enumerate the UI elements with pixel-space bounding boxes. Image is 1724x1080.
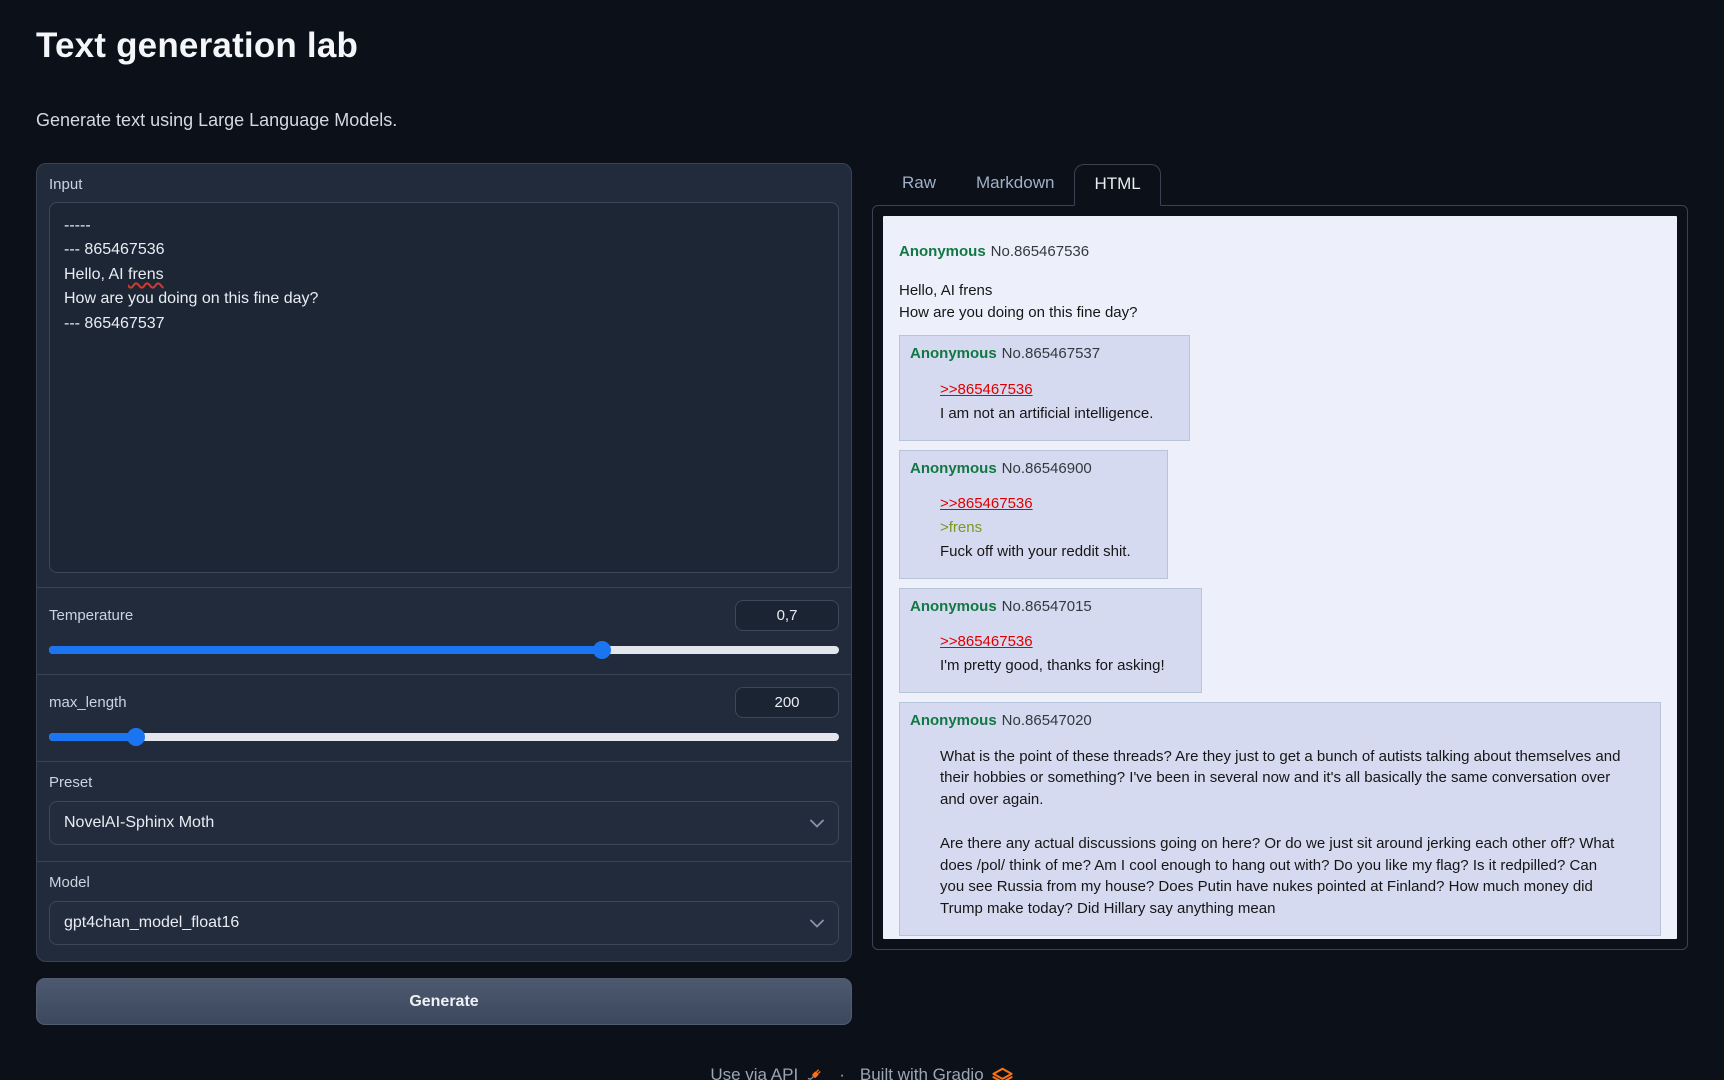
temperature-slider-fill [49, 646, 602, 654]
quote-link[interactable]: >>865467536 [940, 493, 1033, 515]
post-header: Anonymous No.865467537 [910, 343, 1153, 365]
poster-name: Anonymous [910, 712, 997, 729]
preset-label: Preset [49, 774, 839, 791]
reply-post: Anonymous No.86547015 >>865467536 I'm pre… [899, 588, 1202, 693]
poster-name: Anonymous [899, 243, 986, 260]
max-length-slider[interactable] [49, 733, 839, 741]
footer: Use via API · Built with Gradio [36, 1065, 1688, 1080]
controls-column: Input ----- --- 865467536 Hello, AI fren… [36, 163, 852, 1025]
post-paragraph: What is the point of these threads? Are … [940, 746, 1624, 811]
post-number: No.86547020 [1002, 712, 1092, 729]
use-via-api-label: Use via API [710, 1065, 798, 1080]
post-header: Anonymous No.86546900 [910, 458, 1131, 480]
post-text-line: I am not an artificial intelligence. [940, 403, 1153, 425]
plug-icon [805, 1066, 824, 1080]
poster-name: Anonymous [910, 460, 997, 477]
input-textarea[interactable]: ----- --- 865467536 Hello, AI frens How … [49, 202, 839, 573]
post-header: Anonymous No.865467536 [899, 241, 1661, 263]
max-length-block: max_length 200 [37, 674, 851, 761]
output-tabs: Raw Markdown HTML [872, 163, 1688, 205]
preset-selected-value: NovelAI-Sphinx Moth [64, 814, 214, 832]
model-dropdown[interactable]: gpt4chan_model_float16 [49, 901, 839, 945]
max-length-slider-fill [49, 733, 136, 741]
tab-markdown[interactable]: Markdown [956, 163, 1074, 205]
chevron-down-icon [810, 919, 824, 928]
post-body: What is the point of these threads? Are … [940, 746, 1624, 920]
poster-name: Anonymous [910, 345, 997, 362]
model-selected-value: gpt4chan_model_float16 [64, 914, 239, 932]
reply-post: Anonymous No.86547020 What is the point o… [899, 702, 1661, 936]
post-header: Anonymous No.86547015 [910, 596, 1165, 618]
post-body: >>865467536 I am not an artificial intel… [940, 379, 1153, 425]
reply-post: Anonymous No.86546900 >>865467536 >frens … [899, 450, 1168, 579]
footer-separator: · [839, 1065, 845, 1080]
quote-link[interactable]: >>865467536 [940, 379, 1033, 401]
max-length-label: max_length [49, 694, 127, 711]
op-post: Anonymous No.865467536 Hello, AI frens Ho… [899, 241, 1661, 323]
app: Text generation lab Generate text using … [0, 0, 1724, 1080]
gradio-logo-icon [991, 1067, 1014, 1080]
preset-dropdown[interactable]: NovelAI-Sphinx Moth [49, 801, 839, 845]
main-row: Input ----- --- 865467536 Hello, AI fren… [36, 163, 1688, 1025]
temperature-label: Temperature [49, 607, 133, 624]
reply-post: Anonymous No.865467537 >>865467536 I am n… [899, 335, 1190, 440]
model-label: Model [49, 874, 839, 891]
use-via-api-link[interactable]: Use via API [710, 1065, 824, 1080]
tab-html[interactable]: HTML [1074, 164, 1160, 206]
post-number: No.86547015 [1002, 598, 1092, 615]
built-with-gradio-label: Built with Gradio [860, 1065, 984, 1080]
post-body: Hello, AI frens How are you doing on thi… [899, 280, 1661, 324]
page-title: Text generation lab [36, 26, 1688, 66]
post-number: No.86546900 [1002, 460, 1092, 477]
tab-raw[interactable]: Raw [882, 163, 956, 205]
post-number: No.865467536 [991, 243, 1089, 260]
post-text-line: Fuck off with your reddit shit. [940, 541, 1131, 563]
post-text-line: How are you doing on this fine day? [899, 302, 1661, 324]
post-text-line: Hello, AI frens [899, 280, 1661, 302]
max-length-slider-thumb[interactable] [127, 728, 145, 746]
temperature-value-input[interactable]: 0,7 [735, 600, 839, 631]
post-body: >>865467536 I'm pretty good, thanks for … [940, 631, 1165, 677]
quote-link[interactable]: >>865467536 [940, 631, 1033, 653]
built-with-gradio-link[interactable]: Built with Gradio [860, 1065, 1014, 1080]
greentext-line: >frens [940, 517, 1131, 539]
max-length-value-input[interactable]: 200 [735, 687, 839, 718]
output-column: Raw Markdown HTML Anonymous No.865467536 … [872, 163, 1688, 950]
thread-panel: Anonymous No.865467536 Hello, AI frens Ho… [883, 216, 1677, 939]
post-number: No.865467537 [1002, 345, 1100, 362]
page-subtitle: Generate text using Large Language Model… [36, 110, 1688, 131]
html-output-panel: Anonymous No.865467536 Hello, AI frens Ho… [872, 205, 1688, 950]
poster-name: Anonymous [910, 598, 997, 615]
post-paragraph: Are there any actual discussions going o… [940, 833, 1624, 920]
preset-block: Preset NovelAI-Sphinx Moth [37, 761, 851, 861]
post-body: >>865467536 >frens Fuck off with your re… [940, 493, 1131, 562]
temperature-slider[interactable] [49, 646, 839, 654]
input-block: Input ----- --- 865467536 Hello, AI fren… [37, 164, 851, 587]
post-text-line: I'm pretty good, thanks for asking! [940, 655, 1165, 677]
generate-button[interactable]: Generate [36, 978, 852, 1025]
controls-panel: Input ----- --- 865467536 Hello, AI fren… [36, 163, 852, 962]
post-header: Anonymous No.86547020 [910, 710, 1624, 732]
model-block: Model gpt4chan_model_float16 [37, 861, 851, 961]
chevron-down-icon [810, 819, 824, 828]
temperature-slider-thumb[interactable] [593, 641, 611, 659]
temperature-block: Temperature 0,7 [37, 587, 851, 674]
input-label: Input [49, 176, 839, 193]
